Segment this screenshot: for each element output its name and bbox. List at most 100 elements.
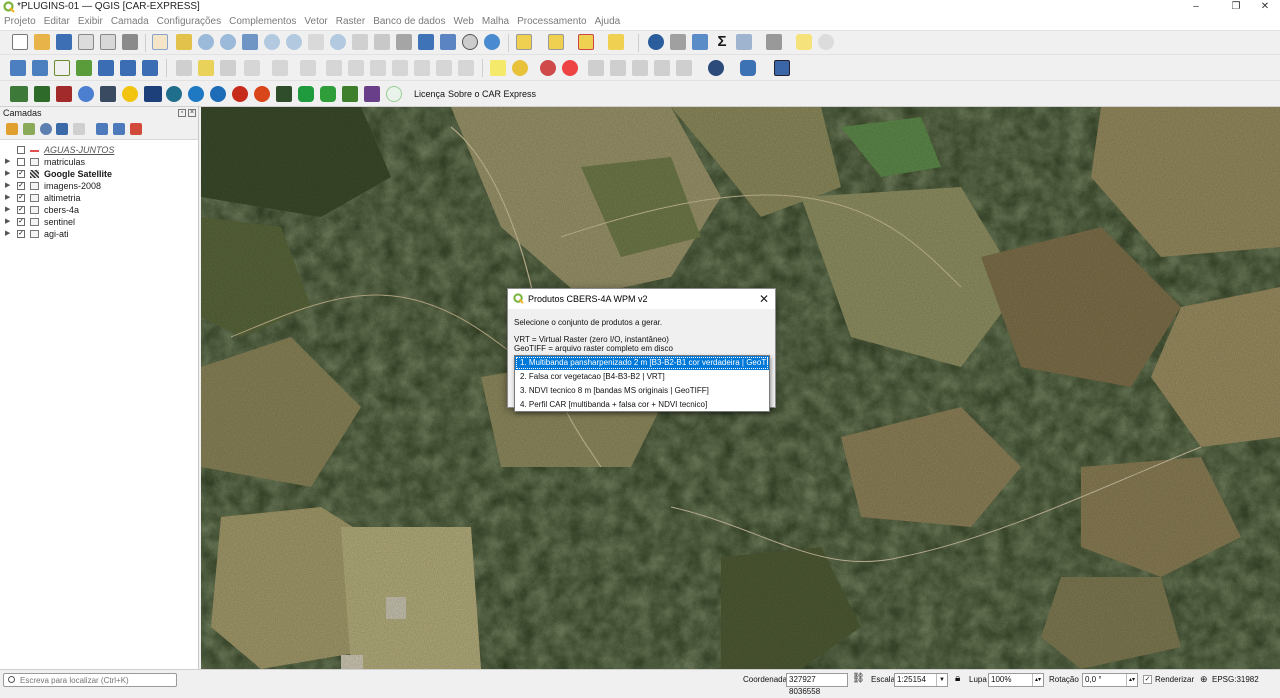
render-checkbox[interactable]: ✓ (1143, 675, 1152, 684)
expand-arrow-icon[interactable]: ▶ (5, 216, 10, 228)
temporal-controller-icon[interactable] (462, 34, 478, 50)
redo-icon[interactable] (436, 60, 452, 76)
zoom-last-icon[interactable] (330, 34, 346, 50)
current-edits-icon[interactable] (176, 60, 192, 76)
layer-visibility-checkbox[interactable]: ✓ (17, 206, 25, 214)
minimize-button[interactable]: – (1176, 0, 1216, 14)
statistical-summary-icon[interactable]: Σ (714, 34, 730, 50)
digitize-icon[interactable] (244, 60, 260, 76)
car-fire-icon[interactable] (232, 86, 248, 102)
layer-row[interactable]: ▶ ✓ Google Satellite (0, 168, 198, 180)
car-info-icon[interactable] (386, 86, 402, 102)
expand-arrow-icon[interactable]: ▶ (5, 168, 10, 180)
gps-icon[interactable] (708, 60, 724, 76)
select-by-location-icon[interactable] (608, 34, 624, 50)
collapse-all-icon[interactable] (113, 123, 125, 135)
car-terrain-icon[interactable] (276, 86, 292, 102)
layout-manager-icon[interactable] (100, 34, 116, 50)
open-layer-styling-icon[interactable] (6, 123, 18, 135)
layer-visibility-checkbox[interactable] (17, 146, 25, 154)
close-panel-icon[interactable]: × (188, 109, 196, 117)
add-wfs-layer-icon[interactable] (142, 60, 158, 76)
pan-hand-icon[interactable] (152, 34, 168, 50)
car-book-icon[interactable] (56, 86, 72, 102)
spin-arrows-icon[interactable]: ▴▾ (1126, 674, 1137, 686)
select-by-value-icon[interactable] (548, 34, 564, 50)
save-project-icon[interactable] (56, 34, 72, 50)
measure-line-icon[interactable] (766, 34, 782, 50)
processing-toolbox-icon[interactable] (692, 34, 708, 50)
license-button[interactable]: Licença (414, 89, 445, 99)
change-label-icon[interactable] (654, 60, 670, 76)
lock-scale-icon[interactable]: 🔒︎ (955, 673, 960, 684)
car-export-icon[interactable] (100, 86, 116, 102)
car-burn-icon[interactable] (254, 86, 270, 102)
vertex-tool-icon[interactable] (272, 60, 288, 76)
new-project-icon[interactable] (12, 34, 28, 50)
product-option[interactable]: 1. Multibanda pansharpenizado 2 m [B3-B2… (515, 356, 769, 370)
style-manager-icon[interactable] (122, 34, 138, 50)
show-bookmarks-icon[interactable] (440, 34, 456, 50)
zoom-next-icon[interactable] (352, 34, 368, 50)
pin-labels-icon[interactable] (562, 60, 578, 76)
move-label-icon[interactable] (610, 60, 626, 76)
product-options-dropdown[interactable]: 1. Multibanda pansharpenizado 2 m [B3-B2… (514, 355, 770, 412)
car-sync-icon[interactable] (210, 86, 226, 102)
refresh-icon[interactable] (484, 34, 500, 50)
expand-arrow-icon[interactable]: ▶ (5, 204, 10, 216)
car-leaf-icon[interactable] (34, 86, 50, 102)
new-3d-view-icon[interactable] (396, 34, 412, 50)
product-option[interactable]: 4. Perfil CAR [multibanda + falsa cor + … (515, 398, 769, 412)
copy-features-icon[interactable] (370, 60, 386, 76)
car-forest-icon[interactable] (298, 86, 314, 102)
car-gear-icon[interactable] (78, 86, 94, 102)
chevron-down-icon[interactable]: ▼ (936, 674, 947, 686)
car-compass-icon[interactable] (166, 86, 182, 102)
rotate-label-icon[interactable] (632, 60, 648, 76)
locator-bar[interactable] (3, 673, 177, 687)
menu-ajuda[interactable]: Ajuda (591, 14, 625, 30)
expand-arrow-icon[interactable]: ▶ (5, 156, 10, 168)
car-layers-icon[interactable] (364, 86, 380, 102)
zoom-out-icon[interactable] (220, 34, 236, 50)
layer-row[interactable]: ▶ ✓ sentinel (0, 216, 198, 228)
zoom-to-layer-icon[interactable] (286, 34, 302, 50)
car-satellite-icon[interactable] (144, 86, 162, 102)
new-map-view-icon[interactable] (374, 34, 390, 50)
menu-camada[interactable]: Camada (107, 14, 153, 30)
layer-row[interactable]: ▶ ✓ agi-ati (0, 228, 198, 240)
menu-malha[interactable]: Malha (478, 14, 513, 30)
expand-arrow-icon[interactable]: ▶ (5, 192, 10, 204)
coordinate-field[interactable]: 327927 8036558 (786, 673, 848, 696)
menu-configuracoes[interactable]: Configurações (153, 14, 225, 30)
modify-attributes-icon[interactable] (300, 60, 316, 76)
layer-row[interactable]: AGUAS-JUNTOS (0, 144, 198, 156)
add-mesh-layer-icon[interactable] (98, 60, 114, 76)
car-map-icon[interactable] (10, 86, 28, 102)
layer-visibility-checkbox[interactable]: ✓ (17, 170, 25, 178)
dialog-close-icon[interactable]: ✕ (756, 291, 772, 307)
redo2-icon[interactable] (458, 60, 474, 76)
zoom-full-icon[interactable] (242, 34, 258, 50)
layer-row[interactable]: ▶ matriculas (0, 156, 198, 168)
highlight-pinned-labels-icon[interactable] (540, 60, 556, 76)
expand-all-icon[interactable] (96, 123, 108, 135)
car-search-icon[interactable] (188, 86, 204, 102)
layer-row[interactable]: ▶ ✓ altimetria (0, 192, 198, 204)
open-field-calculator-icon[interactable] (736, 34, 752, 50)
car-globe-icon[interactable] (122, 86, 138, 102)
menu-exibir[interactable]: Exibir (74, 14, 107, 30)
locator-input[interactable] (20, 674, 170, 686)
car-plant-icon[interactable] (342, 86, 358, 102)
open-attribute-table-icon[interactable] (670, 34, 686, 50)
about-car-express-button[interactable]: Sobre o CAR Express (448, 89, 536, 99)
deselect-features-icon[interactable] (578, 34, 594, 50)
data-source-manager-icon[interactable] (10, 60, 26, 76)
toggle-extents-icon[interactable]: ⛓ (852, 673, 865, 684)
layer-visibility-checkbox[interactable]: ✓ (17, 194, 25, 202)
menu-banco-de-dados[interactable]: Banco de dados (369, 14, 449, 30)
new-geopackage-layer-icon[interactable] (32, 60, 48, 76)
menu-editar[interactable]: Editar (40, 14, 74, 30)
menu-projeto[interactable]: Projeto (0, 14, 40, 30)
label-tool-icon[interactable] (490, 60, 506, 76)
